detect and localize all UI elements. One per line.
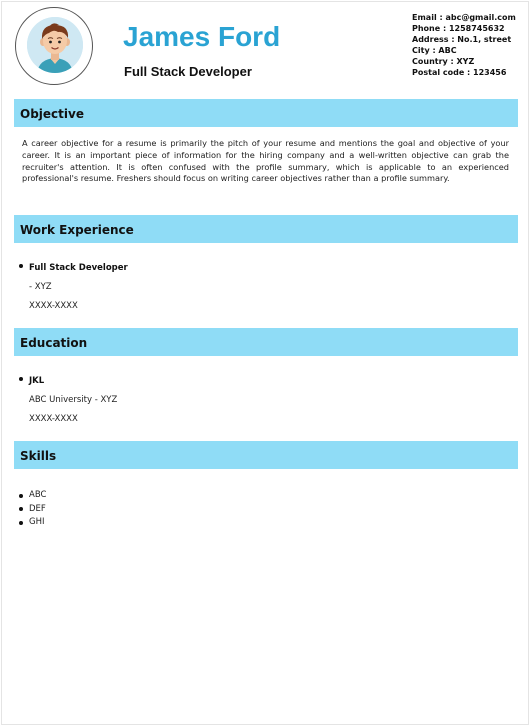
section-heading-education: Education	[14, 328, 518, 356]
work-company: - XYZ	[29, 282, 52, 292]
education-list: JKL ABC University - XYZ XXXX-XXXX	[19, 375, 118, 425]
list-item: Full Stack Developer - XYZ XXXX-XXXX	[19, 262, 128, 312]
contact-country: Country : XYZ	[412, 57, 475, 66]
contact-email: Email : abc@gmail.com	[412, 13, 516, 22]
objective-text: A career objective for a resume is prima…	[22, 138, 509, 184]
bullet-icon	[19, 493, 23, 498]
avatar-frame	[15, 7, 93, 85]
work-experience-list: Full Stack Developer - XYZ XXXX-XXXX	[19, 262, 128, 312]
bullet-icon	[19, 377, 23, 381]
education-school: ABC University - XYZ	[29, 395, 118, 405]
bullet-icon	[19, 264, 23, 268]
avatar-icon	[27, 17, 83, 73]
bullet-icon	[19, 520, 23, 525]
skill-label: GHI	[29, 517, 45, 527]
contact-phone: Phone : 1258745632	[412, 24, 505, 33]
section-heading-objective: Objective	[14, 99, 518, 127]
avatar-illustration	[27, 17, 83, 73]
skill-label: ABC	[29, 490, 47, 500]
work-dates: XXXX-XXXX	[29, 301, 78, 311]
section-heading-work-experience: Work Experience	[14, 215, 518, 243]
work-role: Full Stack Developer	[29, 263, 128, 273]
list-item: GHI	[19, 516, 46, 530]
list-item: ABC	[19, 489, 47, 503]
contact-city: City : ABC	[412, 46, 457, 55]
skill-label: DEF	[29, 503, 46, 514]
bullet-icon	[19, 507, 23, 511]
education-degree: JKL	[29, 376, 45, 386]
section-heading-skills: Skills	[14, 441, 518, 469]
skills-list: ABC DEF GHI	[19, 489, 47, 530]
list-item: DEF	[19, 503, 46, 517]
job-title: Full Stack Developer	[124, 64, 252, 79]
contact-postal-code: Postal code : 123456	[412, 68, 507, 77]
candidate-name: James Ford	[123, 21, 281, 52]
list-item: JKL ABC University - XYZ XXXX-XXXX	[19, 375, 118, 425]
contact-address: Address : No.1, street	[412, 35, 512, 44]
contact-block: Email : abc@gmail.com Phone : 1258745632…	[412, 12, 516, 78]
education-dates: XXXX-XXXX	[29, 414, 78, 424]
resume-page: James Ford Full Stack Developer Email : …	[1, 1, 529, 725]
